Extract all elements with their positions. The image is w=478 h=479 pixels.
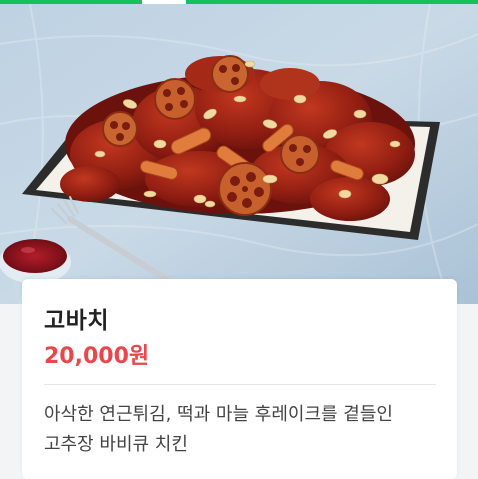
- product-description: 아삭한 연근튀김, 떡과 마늘 후레이크를 곁들인 고추장 바비큐 치킨: [44, 404, 393, 455]
- sauce-dish: [0, 239, 71, 284]
- divider: [44, 384, 436, 385]
- product-photo: [0, 4, 478, 304]
- product-price: 20,000원: [44, 344, 150, 369]
- product-name: 고바치: [44, 308, 109, 334]
- product-info-card: 고바치 20,000원 아삭한 연근튀김, 떡과 마늘 후레이크를 곁들인 고추…: [22, 279, 457, 479]
